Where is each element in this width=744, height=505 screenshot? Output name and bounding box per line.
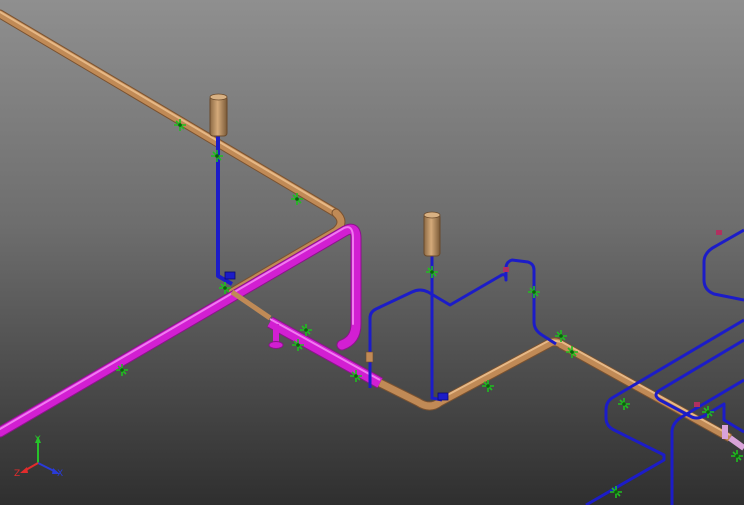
pipe-support-node xyxy=(304,328,308,332)
pipe-support-node xyxy=(532,290,536,294)
copper-pipe-main[interactable] xyxy=(0,9,346,297)
vessel-left[interactable] xyxy=(209,93,228,137)
triad-x-label: X xyxy=(57,469,63,479)
pipe-support-node xyxy=(215,154,219,158)
pipe-support-node xyxy=(430,270,434,274)
pipe-support-node xyxy=(706,410,710,414)
pipe-support-node xyxy=(570,350,574,354)
pipe-support-node xyxy=(614,490,618,494)
magenta-pipe-main[interactable] xyxy=(0,223,383,438)
pipe-support-node xyxy=(120,368,124,372)
vessel-center[interactable] xyxy=(423,211,441,257)
pipe-support-node xyxy=(486,384,490,388)
piping-model-scene[interactable]: Y X Z xyxy=(0,0,744,505)
triad-y-label: Y xyxy=(34,435,41,445)
pipe-support-node xyxy=(622,402,626,406)
pipe-support-node xyxy=(223,286,227,290)
pipe-support-node xyxy=(735,454,739,458)
pipe-support-node xyxy=(354,374,358,378)
pipe-support-node xyxy=(295,197,299,201)
pipe-support-node xyxy=(559,334,563,338)
triad-z-arrow xyxy=(20,467,28,473)
blue-pipe-network-center[interactable] xyxy=(368,255,557,402)
blue-pipe-left-riser[interactable] xyxy=(216,135,233,286)
pipe-support-node xyxy=(296,343,300,347)
triad-z-label: Z xyxy=(14,469,20,479)
3d-viewport[interactable]: Y X Z xyxy=(0,0,744,505)
pipe-support-node xyxy=(178,123,182,127)
axis-triad: Y X Z xyxy=(14,435,63,479)
copper-pipe-diagonal[interactable] xyxy=(230,289,744,451)
